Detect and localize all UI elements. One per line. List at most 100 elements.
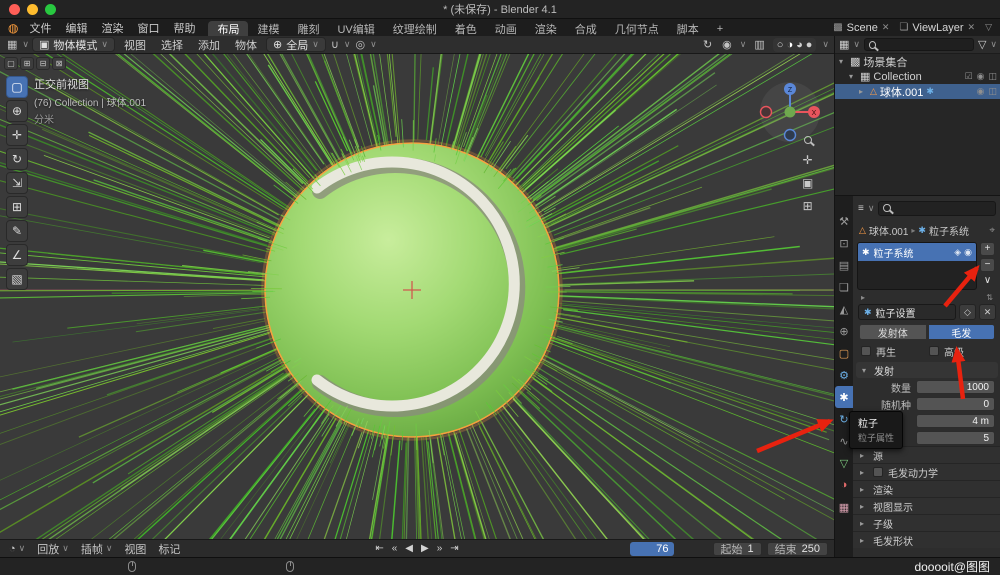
- transform-orientation-selector[interactable]: ⊕ 全局 ∨: [266, 37, 326, 52]
- outliner-row-scene-collection[interactable]: ▾ ▩ 场景集合: [835, 54, 1000, 69]
- menu-select[interactable]: 选择: [155, 37, 189, 53]
- frame-end-field[interactable]: 结束 250: [767, 542, 828, 556]
- filter-icon[interactable]: ▽: [985, 22, 992, 33]
- measure-tool[interactable]: ∠: [6, 244, 28, 266]
- annotate-tool[interactable]: ✎: [6, 220, 28, 242]
- outliner-editor-icon[interactable]: ▦: [839, 38, 849, 51]
- hair-length-field[interactable]: 4 m: [916, 414, 995, 428]
- emitter-toggle-button[interactable]: 发射体: [859, 324, 927, 340]
- outliner-search[interactable]: [864, 38, 974, 51]
- select-mode-subtract-icon[interactable]: ⊟: [36, 57, 50, 70]
- tab-material[interactable]: ◑: [835, 474, 853, 496]
- prev-keyframe-button[interactable]: «: [392, 543, 398, 554]
- shading-chevron-icon[interactable]: ∨: [822, 39, 829, 50]
- timeline-view-menu[interactable]: 视图: [121, 541, 149, 557]
- expand-icon[interactable]: ▾: [839, 57, 847, 66]
- menu-add[interactable]: 添加: [192, 37, 226, 53]
- add-cube-tool[interactable]: ▧: [6, 268, 28, 290]
- regrow-checkbox[interactable]: [861, 346, 871, 356]
- editor-type-icon[interactable]: ▦: [5, 38, 19, 51]
- section-hair-shape[interactable]: ▸ 毛发形状: [853, 531, 1000, 548]
- workspace-tab-rendering[interactable]: 渲染: [526, 21, 566, 36]
- collection-checkbox-icon[interactable]: ☑: [965, 71, 973, 82]
- workspace-tab-shading[interactable]: 着色: [446, 21, 486, 36]
- unlink-settings-button[interactable]: ✕: [979, 304, 996, 320]
- select-mode-set-icon[interactable]: ▢: [4, 57, 18, 70]
- tab-object[interactable]: ▢: [835, 342, 853, 364]
- zoom-icon[interactable]: [804, 136, 812, 144]
- zoom-window-button[interactable]: [45, 4, 56, 15]
- particle-specials-menu-icon[interactable]: ∨: [980, 274, 995, 288]
- menu-file[interactable]: 文件: [22, 19, 58, 36]
- tab-world[interactable]: ⊕: [835, 320, 853, 342]
- move-tool[interactable]: ✛: [6, 124, 28, 146]
- tab-output[interactable]: ▤: [835, 254, 853, 276]
- marker-menu[interactable]: 标记: [155, 541, 183, 557]
- workspace-tab-animation[interactable]: 动画: [486, 21, 526, 36]
- pan-hand-icon[interactable]: ✛: [803, 153, 813, 167]
- menu-render[interactable]: 渲染: [94, 19, 130, 36]
- list-filter-expand-icon[interactable]: ▸: [861, 293, 865, 302]
- shading-solid-icon[interactable]: ◑: [786, 39, 793, 51]
- viewport-3d[interactable]: ▢ ⊞ ⊟ ⊠ ▢ ⊕ ✛ ↻ ⇲ ⊞ ✎ ∠ ▧ 正交前视图 (76) Col…: [0, 54, 834, 539]
- jump-to-start-button[interactable]: ⇤: [375, 543, 383, 554]
- workspace-tab-scripting[interactable]: 脚本: [668, 21, 708, 36]
- select-box-tool[interactable]: ▢: [6, 76, 28, 98]
- current-frame-field[interactable]: 76: [630, 542, 674, 556]
- viewlayer-selector[interactable]: ❏ ViewLayer ✕: [899, 22, 975, 34]
- outliner-filter-icon[interactable]: ▽: [978, 38, 986, 51]
- particle-view-toggle-icon[interactable]: ◉: [964, 247, 972, 258]
- workspace-tab-compositing[interactable]: 合成: [566, 21, 606, 36]
- overlays-toggle-icon[interactable]: ◉: [720, 38, 734, 51]
- jump-to-end-button[interactable]: ⇥: [450, 543, 458, 554]
- select-mode-invert-icon[interactable]: ⊠: [52, 57, 66, 70]
- camera-view-icon[interactable]: ▣: [802, 176, 813, 190]
- play-reverse-button[interactable]: ◀: [405, 543, 413, 554]
- xray-toggle-icon[interactable]: ▥: [752, 38, 766, 51]
- frame-start-field[interactable]: 起始 1: [713, 542, 762, 556]
- workspace-tab-geometry-nodes[interactable]: 几何节点: [606, 21, 668, 36]
- tab-particles[interactable]: ✱: [835, 386, 853, 408]
- workspace-tab-sculpting[interactable]: 雕刻: [288, 21, 328, 36]
- particle-system-list-item[interactable]: ✱ 粒子系统 ◈ ◉: [858, 243, 976, 261]
- outliner-row-collection[interactable]: ▾ ▦ Collection ☑ ◉ ◫: [835, 69, 1000, 84]
- outliner-search-input[interactable]: [879, 40, 969, 50]
- minimize-window-button[interactable]: [27, 4, 38, 15]
- shading-rendered-icon[interactable]: ●: [806, 39, 813, 51]
- menu-window[interactable]: 窗口: [130, 19, 166, 36]
- navigation-gizmo[interactable]: X Z: [758, 80, 822, 144]
- tab-view-layer[interactable]: ❏: [835, 276, 853, 298]
- collection-render-icon[interactable]: ◫: [988, 71, 997, 82]
- proportional-editing-icon[interactable]: ◎: [353, 38, 367, 51]
- remove-particle-system-button[interactable]: −: [980, 258, 995, 272]
- seed-field[interactable]: 0: [916, 397, 995, 411]
- outliner-row-object[interactable]: ▸ △ 球体.001 ✱ ◉ ◫: [835, 84, 1000, 99]
- play-button[interactable]: ▶: [421, 543, 429, 554]
- breadcrumb-object-label[interactable]: 球体.001: [869, 223, 908, 238]
- breadcrumb-tab-label[interactable]: 粒子系统: [929, 223, 969, 238]
- scene-selector[interactable]: ▩ Scene ✕: [833, 22, 889, 34]
- timeline-editor-icon[interactable]: ◔ ∨: [6, 543, 28, 555]
- select-mode-extend-icon[interactable]: ⊞: [20, 57, 34, 70]
- hair-dynamics-checkbox[interactable]: [873, 467, 883, 477]
- scale-tool[interactable]: ⇲: [6, 172, 28, 194]
- blender-logo-icon[interactable]: ◍: [8, 21, 18, 35]
- regrow-option[interactable]: 再生: [861, 344, 925, 359]
- properties-search-input[interactable]: [895, 203, 991, 213]
- expand-icon[interactable]: ▾: [849, 72, 857, 81]
- section-viewport-display[interactable]: ▸ 视图显示: [853, 497, 1000, 514]
- section-children[interactable]: ▸ 子级: [853, 514, 1000, 531]
- properties-search[interactable]: [878, 201, 996, 216]
- fake-user-shield-button[interactable]: ◇: [959, 304, 976, 320]
- particle-render-toggle-icon[interactable]: ◈: [954, 247, 961, 258]
- emission-section-header[interactable]: ▾ 发射: [856, 362, 998, 378]
- object-hide-eye-icon[interactable]: ◉: [977, 86, 985, 97]
- tab-render[interactable]: ⊡: [835, 232, 853, 254]
- overlays-chevron-icon[interactable]: ∨: [740, 39, 747, 50]
- menu-edit[interactable]: 编辑: [58, 19, 94, 36]
- toggle-ortho-icon[interactable]: ⊞: [803, 199, 813, 213]
- menu-object[interactable]: 物体: [229, 37, 263, 53]
- advanced-option[interactable]: 高级: [929, 344, 993, 359]
- snap-chevron-icon[interactable]: ∨: [344, 39, 351, 50]
- workspace-add-button[interactable]: +: [708, 21, 732, 36]
